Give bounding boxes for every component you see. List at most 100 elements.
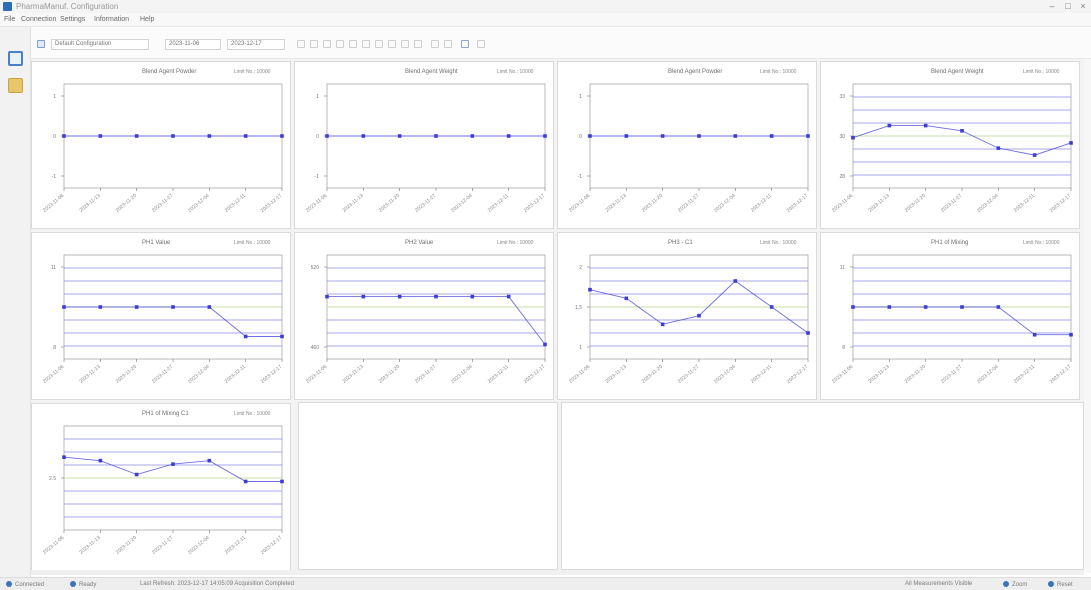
x-tick-label: 2023-12-17 <box>260 193 284 214</box>
y-tick-label: 11 <box>51 265 56 271</box>
refresh-icon[interactable] <box>375 40 383 48</box>
chart-panel[interactable]: Blend Agent Weight Limit No.: 10000 1 0 -1 20… <box>294 61 554 229</box>
x-tick-label: 2023-11-13 <box>604 364 627 385</box>
chart-panel[interactable]: Blend Agent Powder Limit No.: 10000 1 0 -1 20… <box>557 61 817 229</box>
chart-plot[interactable]: 1 0 -1 2023-11-06 2023-11-13 2023-11-20 2023-1… <box>295 62 555 228</box>
menu-connection[interactable]: Connection <box>21 16 56 23</box>
table-icon[interactable] <box>477 40 485 48</box>
data-point <box>171 462 175 466</box>
x-tick-label: 2023-11-06 <box>42 193 65 214</box>
x-tick-label: 2023-12-17 <box>260 364 284 385</box>
first-icon[interactable] <box>297 40 305 48</box>
date-from-field[interactable]: 2023-11-06 <box>165 39 221 50</box>
print-icon[interactable] <box>401 40 409 48</box>
x-tick-label: 2023-12-04 <box>713 364 737 385</box>
data-point <box>280 479 284 484</box>
data-point <box>361 134 366 138</box>
x-tick-label: 2023-11-20 <box>904 193 927 214</box>
chart-plot[interactable]: 11 8 2023-11-06 2023-11-13 2023-11-20 2023-11… <box>821 233 1081 399</box>
x-tick-label: 2023-11-13 <box>604 193 627 214</box>
vertical-scrollbar[interactable] <box>1084 59 1091 573</box>
last-icon[interactable] <box>336 40 344 48</box>
grid-icon[interactable] <box>461 40 469 48</box>
data-point <box>697 313 701 318</box>
maximize-icon[interactable]: □ <box>1062 1 1074 11</box>
data-point <box>960 129 964 133</box>
chart-panel[interactable]: PH1 of Mixing C1 Limit No.: 10000 2.5 2023-… <box>31 403 291 571</box>
x-tick-label: 2023-12-11 <box>224 364 247 385</box>
x-tick-label: 2023-12-04 <box>187 364 211 385</box>
next-icon[interactable] <box>323 40 331 48</box>
chart-plot[interactable]: 33 30 28 2023-11-06 2023-11-13 2023-11-20 2023… <box>821 62 1081 228</box>
data-point <box>62 305 66 309</box>
status-reset[interactable]: Reset <box>1048 581 1073 588</box>
horizontal-scrollbar[interactable] <box>31 570 1084 575</box>
chart-grid-icon[interactable] <box>8 51 23 66</box>
empty-chart-slot <box>561 402 1084 570</box>
data-point <box>207 134 212 138</box>
data-point <box>697 134 701 138</box>
status-visibility[interactable]: All Measurements Visible <box>905 581 972 587</box>
window-title: PharmaManuf. Configuration <box>16 2 119 11</box>
x-tick-label: 2023-11-27 <box>677 364 700 385</box>
data-point <box>923 305 928 309</box>
settings-icon[interactable] <box>414 40 422 48</box>
x-tick-label: 2023-12-11 <box>487 364 510 385</box>
chart-plot[interactable]: 11 8 2023-11-06 2023-11-13 2023-11-20 2023-11… <box>32 233 292 399</box>
data-point <box>243 479 248 484</box>
data-point <box>207 458 212 463</box>
y-tick-label: -1 <box>315 174 320 180</box>
configuration-select[interactable]: Default Configuration <box>51 39 149 50</box>
prev-icon[interactable] <box>310 40 318 48</box>
x-tick-label: 2023-11-27 <box>151 535 174 556</box>
data-point <box>887 123 892 128</box>
menu-information[interactable]: Information <box>94 16 129 23</box>
status-zoom[interactable]: Zoom <box>1003 581 1027 588</box>
chart-plot[interactable]: 1 0 -1 2023-11-06 2023-11-13 2023-11-20 2023-1… <box>558 62 818 228</box>
x-tick-label: 2023-11-13 <box>867 193 890 214</box>
chart-panel[interactable]: Blend Agent Powder Limit No.: 10000 1 0 -1 20… <box>31 61 291 229</box>
menu-file[interactable]: File <box>4 16 15 23</box>
menu-settings[interactable]: Settings <box>60 16 85 23</box>
connection-icon <box>6 581 12 587</box>
close-icon[interactable]: × <box>1077 1 1089 11</box>
chart-panel[interactable]: PH3 - C1 Limit No.: 10000 2 1.5 1 2023-11-06 2… <box>557 232 817 400</box>
data-point <box>588 287 592 292</box>
chart-panel[interactable]: PH1 Value Limit No.: 10000 11 8 2023-11-06 20… <box>31 232 291 400</box>
export-icon[interactable] <box>388 40 396 48</box>
y-tick-label: 28 <box>839 174 845 180</box>
x-tick-label: 2023-11-13 <box>341 364 364 385</box>
date-to-field[interactable]: 2023-12-17 <box>227 39 285 50</box>
status-reset-text: Reset <box>1057 582 1073 588</box>
chart-plot[interactable]: 2 1.5 1 2023-11-06 2023-11-13 2023-11-20 2023-… <box>558 233 818 399</box>
save-icon[interactable] <box>444 40 452 48</box>
y-tick-label: -1 <box>52 174 57 180</box>
folder-icon[interactable] <box>8 78 23 93</box>
zoom-in-icon[interactable] <box>349 40 357 48</box>
y-tick-label: -1 <box>578 174 583 180</box>
x-tick-label: 2023-11-13 <box>78 535 101 556</box>
chart-plot[interactable]: 1 0 -1 2023-11-06 2023-11-13 2023-11-20 2023-1… <box>32 62 292 228</box>
x-tick-label: 2023-11-06 <box>568 364 591 385</box>
data-point <box>434 134 438 138</box>
data-point <box>733 134 738 138</box>
chart-panel[interactable]: Blend Agent Weight Limit No.: 10000 33 30 28… <box>820 61 1080 229</box>
reset-icon <box>1048 581 1054 587</box>
data-point <box>660 322 665 327</box>
chart-panel[interactable]: PH2 Value Limit No.: 10000 520 460 2023-11-0… <box>294 232 554 400</box>
chart-plot[interactable]: 520 460 2023-11-06 2023-11-13 2023-11-20 2023… <box>295 233 555 399</box>
zoom-out-icon[interactable] <box>362 40 370 48</box>
y-tick-label: 33 <box>839 94 845 100</box>
x-tick-label: 2023-12-04 <box>713 193 737 214</box>
chart-panel[interactable]: PH1 of Mixing Limit No.: 10000 11 8 2023-11-… <box>820 232 1080 400</box>
x-tick-label: 2023-11-27 <box>940 193 963 214</box>
y-tick-label: 1 <box>316 94 319 100</box>
menu-help[interactable]: Help <box>140 16 154 23</box>
x-tick-label: 2023-11-13 <box>341 193 364 214</box>
minimize-icon[interactable]: – <box>1046 1 1058 11</box>
data-point <box>1069 141 1073 145</box>
status-ready: Ready <box>70 581 96 588</box>
chart-plot[interactable]: 2.5 2023-11-06 2023-11-13 2023-11-20 2023-11… <box>32 404 292 570</box>
layout-icon[interactable] <box>431 40 439 48</box>
x-tick-label: 2023-11-06 <box>831 364 854 385</box>
